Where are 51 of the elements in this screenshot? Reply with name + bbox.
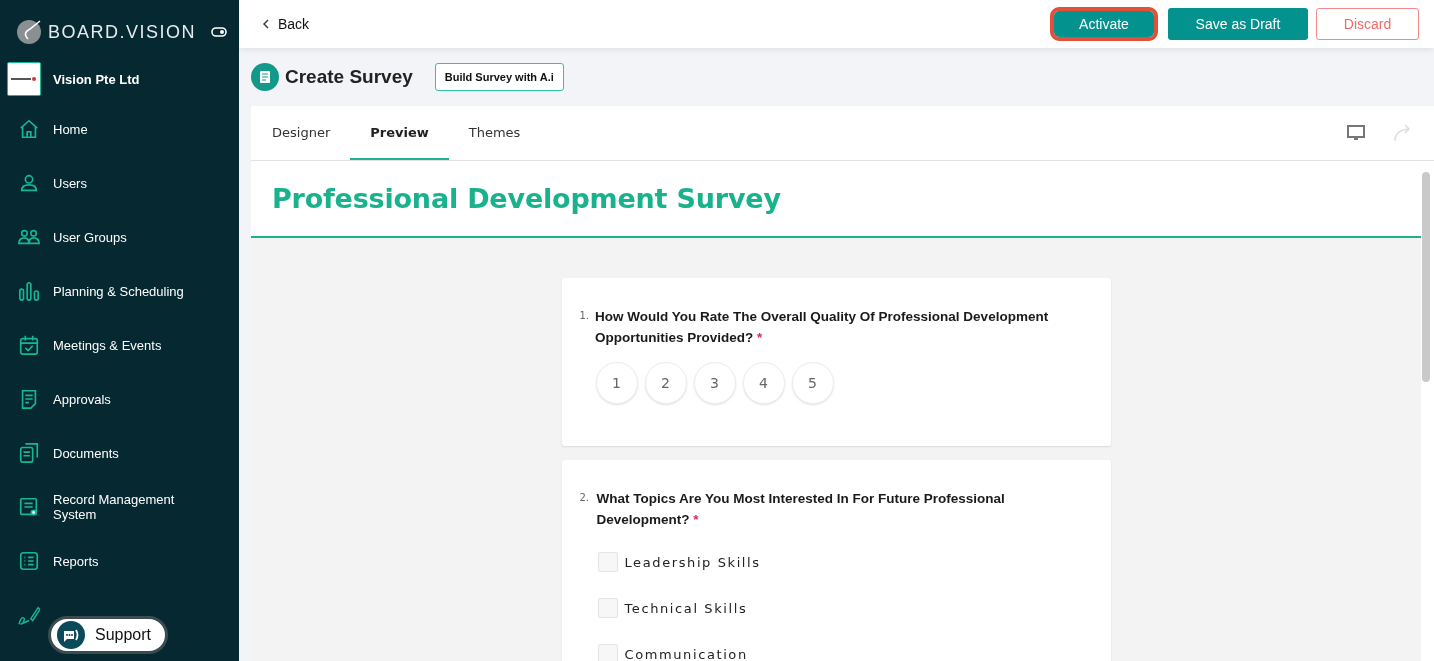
checkbox[interactable] — [597, 644, 618, 661]
calendar-icon — [18, 334, 40, 356]
sidebar-item[interactable]: Reports — [0, 534, 239, 588]
support-button[interactable]: Support — [48, 616, 169, 654]
user-icon — [18, 172, 40, 194]
checkbox[interactable] — [597, 598, 618, 618]
redo-icon[interactable] — [1392, 123, 1412, 143]
tab[interactable]: Designer — [252, 106, 351, 160]
sidebar-item[interactable]: Meetings & Events — [0, 318, 239, 372]
documents-icon — [18, 442, 40, 464]
record-icon — [18, 496, 40, 518]
checkbox[interactable] — [597, 552, 618, 572]
question-text: How Would You Rate The Overall Quality Of Professional Development Opportunities Provided? * — [595, 308, 1050, 347]
brand-name: BOARD.VISION — [48, 21, 198, 43]
list-icon — [18, 550, 40, 572]
question-number: 1. — [579, 309, 590, 323]
rating-option[interactable]: 5 — [791, 362, 834, 404]
rating-option[interactable]: 1 — [595, 362, 638, 404]
question-text: What Topics Are You Most Interested In For Future Professional Development? * — [596, 490, 1006, 529]
sidebar-item[interactable]: Documents — [0, 426, 239, 480]
sidebar-item[interactable]: Record Management System — [0, 480, 239, 534]
sidebar-item[interactable]: Home — [0, 102, 239, 156]
home-icon — [18, 118, 40, 140]
option-label: Leadership Skills — [624, 554, 761, 570]
page-title: Create Survey — [285, 66, 413, 88]
action-button[interactable]: Save as Draft — [1168, 8, 1308, 40]
company-logo — [7, 62, 41, 96]
option-label: Technical Skills — [624, 600, 748, 616]
rating-option[interactable]: 4 — [742, 362, 785, 404]
toggle-icon[interactable] — [211, 26, 227, 38]
sidebar-item[interactable]: User Groups — [0, 210, 239, 264]
sidebar-item[interactable]: Users — [0, 156, 239, 210]
back-link[interactable]: Back — [263, 16, 310, 32]
signature-pen-icon — [18, 604, 40, 626]
tab[interactable]: Preview — [350, 106, 449, 160]
bar-chart-icon — [18, 280, 40, 302]
rating-option[interactable]: 3 — [693, 362, 736, 404]
sidebar-item[interactable]: Approvals — [0, 372, 239, 426]
ai-build-button[interactable]: Build Survey with A.i — [434, 63, 564, 91]
chat-icon — [57, 621, 85, 649]
logo-icon — [16, 19, 42, 45]
option-label: Communication — [624, 646, 748, 661]
tab[interactable]: Themes — [448, 106, 541, 160]
scrollbar[interactable] — [1422, 172, 1430, 382]
sidebar-item[interactable]: Planning & Scheduling — [0, 264, 239, 318]
question-number: 2. — [579, 491, 591, 505]
rating-option[interactable]: 2 — [644, 362, 687, 404]
chevron-left-icon — [263, 19, 270, 29]
monitor-icon[interactable] — [1346, 123, 1366, 143]
survey-icon — [251, 63, 279, 91]
company-name: Vision Pte Ltd — [53, 71, 140, 87]
